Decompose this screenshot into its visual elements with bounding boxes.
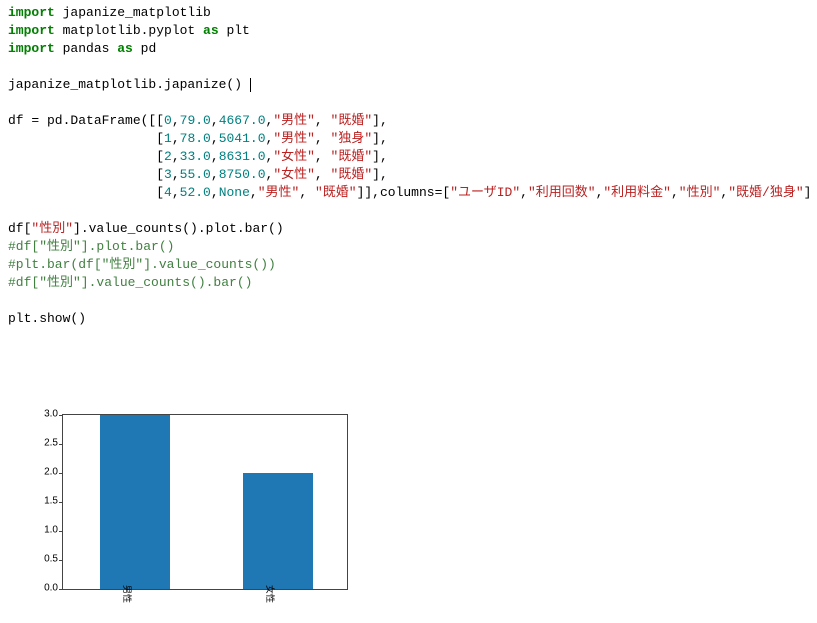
code-line: df = pd.DataFrame([[0,79.0,4667.0,"男性", … (8, 113, 388, 128)
code-line: import matplotlib.pyplot as plt (8, 23, 250, 38)
bar (243, 473, 313, 589)
y-tick-label: 0.0 (24, 583, 58, 594)
x-tick-label: 男性 (121, 585, 134, 603)
bar (100, 415, 170, 589)
y-tick-label: 2.5 (24, 438, 58, 449)
bar-chart: 0.00.51.01.52.02.53.0 男性女性 (24, 408, 354, 618)
x-tick-label: 女性 (264, 585, 277, 603)
y-tick-label: 1.5 (24, 496, 58, 507)
output-area: 0.00.51.01.52.02.53.0 男性女性 (4, 408, 813, 618)
code-comment: #plt.bar(df["性別"].value_counts()) (8, 257, 276, 272)
code-line: [2,33.0,8631.0,"女性", "既婚"], (8, 149, 388, 164)
code-line: plt.show() (8, 311, 86, 326)
code-comment: #df["性別"].value_counts().bar() (8, 275, 252, 290)
code-line: [3,55.0,8750.0,"女性", "既婚"], (8, 167, 388, 182)
code-line: import pandas as pd (8, 41, 156, 56)
code-line: japanize_matplotlib.japanize() (8, 77, 251, 92)
y-tick-label: 1.0 (24, 525, 58, 536)
code-line: [1,78.0,5041.0,"男性", "独身"], (8, 131, 388, 146)
text-cursor (250, 78, 251, 92)
code-cell[interactable]: import japanize_matplotlib import matplo… (4, 4, 813, 328)
code-comment: #df["性別"].plot.bar() (8, 239, 174, 254)
x-axis-labels: 男性女性 (62, 594, 348, 614)
code-line: import japanize_matplotlib (8, 5, 211, 20)
y-tick-label: 2.0 (24, 467, 58, 478)
chart-frame (62, 414, 348, 590)
code-line: [4,52.0,None,"男性", "既婚"]],columns=["ユーザI… (8, 185, 813, 200)
y-tick-label: 3.0 (24, 409, 58, 420)
code-line: df["性別"].value_counts().plot.bar() (8, 221, 284, 236)
y-tick-label: 0.5 (24, 554, 58, 565)
y-axis-ticks: 0.00.51.01.52.02.53.0 (24, 414, 60, 590)
